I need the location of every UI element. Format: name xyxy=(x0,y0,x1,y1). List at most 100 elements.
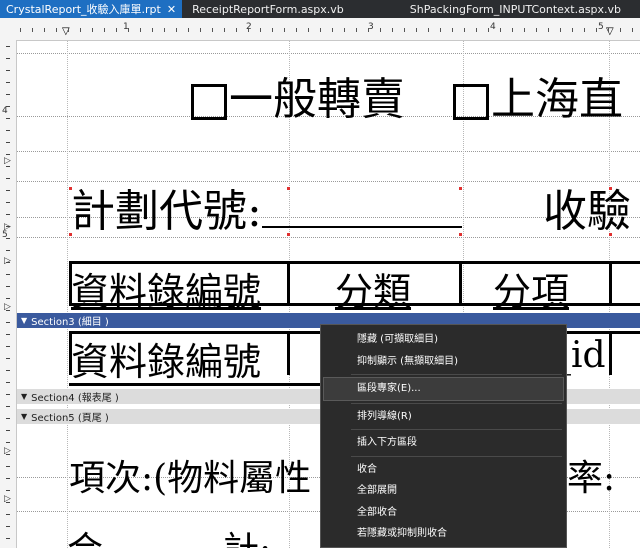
document-tab-bar: CrystalReport_收驗入庫單.rpt ✕ ReceiptReportF… xyxy=(0,0,640,18)
vruler-tick xyxy=(6,130,10,131)
ruler-tick xyxy=(608,28,609,32)
ruler-tick xyxy=(560,28,561,32)
receipt-label: 收驗 xyxy=(543,186,631,237)
ruler-tick xyxy=(584,28,585,32)
vruler-tick xyxy=(6,82,10,83)
grid-column xyxy=(67,41,68,548)
ruler-tick xyxy=(548,28,549,32)
menu-item-arrange-lines[interactable]: 排列導線(R) xyxy=(321,406,566,428)
menu-item-hide-drilldown[interactable]: 隱藏 (可擷取細目) xyxy=(321,329,566,351)
detail-bottom-border xyxy=(69,383,349,386)
vruler-tick xyxy=(6,502,10,503)
ruler-tick xyxy=(104,28,105,32)
ruler-tick xyxy=(572,28,573,32)
vruler-tick xyxy=(6,58,10,59)
vruler-tick xyxy=(6,238,10,239)
guide-marker xyxy=(459,233,462,236)
ruler-tick xyxy=(44,28,45,32)
detail-record-no[interactable]: 資料錄編號 xyxy=(71,331,261,386)
grid-line xyxy=(17,53,640,54)
ruler-tick xyxy=(92,28,93,32)
plan-code-field[interactable] xyxy=(261,198,462,228)
guide-marker xyxy=(69,233,72,236)
ruler-tick xyxy=(392,28,393,32)
menu-item-section-expert[interactable]: 區段專家(E)... xyxy=(323,377,564,401)
vruler-tick xyxy=(6,466,10,467)
vruler-tick xyxy=(6,322,10,323)
checkbox-general-resale[interactable] xyxy=(191,84,227,120)
ruler-tick xyxy=(32,28,33,32)
vruler-tick xyxy=(6,514,10,515)
vruler-tick xyxy=(6,178,10,179)
tab-crystal-report[interactable]: CrystalReport_收驗入庫單.rpt ✕ xyxy=(0,0,183,18)
tab-receipt-report-form[interactable]: ReceiptReportForm.aspx.vb xyxy=(182,0,350,18)
ruler-tick xyxy=(200,28,201,32)
col-item[interactable]: 分項 xyxy=(493,261,569,316)
vruler-tick xyxy=(6,166,10,167)
checkbox-shanghai-direct[interactable] xyxy=(453,84,489,120)
collapse-triangle-icon[interactable]: ▼ xyxy=(21,392,27,401)
guide-marker-icon[interactable]: ▷ xyxy=(4,256,11,266)
footer-item-label[interactable]: 項次:(物料屬性 xyxy=(69,449,311,501)
col-record-no[interactable]: 資料錄編號 xyxy=(71,261,261,316)
vruler-tick xyxy=(6,334,10,335)
ruler-tick xyxy=(260,28,261,32)
ruler-tick xyxy=(236,28,237,32)
guide-marker xyxy=(609,233,612,236)
tab-label: CrystalReport_收驗入庫單.rpt xyxy=(6,3,161,16)
guide-marker xyxy=(287,187,290,190)
grid-line xyxy=(17,151,640,152)
vruler-tick xyxy=(6,370,10,371)
collapse-triangle-icon[interactable]: ▼ xyxy=(21,412,27,421)
menu-item-collapse[interactable]: 收合 xyxy=(321,459,566,481)
tab-label: ShPackingForm_INPUTContext.aspx.vb xyxy=(409,2,622,16)
menu-item-insert-section-below[interactable]: 插入下方區段 xyxy=(321,432,566,454)
vruler-tick xyxy=(6,262,10,263)
menu-item-expand-all[interactable]: 全部展開 xyxy=(321,480,566,502)
tab-shpacking-form[interactable]: ShPackingForm_INPUTContext.aspx.vb xyxy=(350,0,627,18)
ruler-tick xyxy=(188,28,189,32)
menu-separator xyxy=(351,402,562,404)
detail-border xyxy=(609,331,612,375)
ruler-tick xyxy=(368,28,369,32)
vruler-tick xyxy=(6,46,10,47)
ruler-tick xyxy=(596,28,597,32)
guide-marker xyxy=(69,187,72,190)
vruler-tick xyxy=(6,382,10,383)
col-category[interactable]: 分類 xyxy=(335,261,411,316)
footer-trail-label[interactable]: 率: xyxy=(567,449,615,501)
ruler-tick xyxy=(176,28,177,32)
plan-code-label: 計劃代號: xyxy=(71,186,262,237)
vruler-tick xyxy=(6,442,10,443)
menu-separator xyxy=(351,455,562,457)
menu-item-suppress[interactable]: 抑制顯示 (無擷取細目) xyxy=(321,351,566,373)
menu-separator xyxy=(351,374,562,375)
vruler-tick xyxy=(6,202,10,203)
ruler-tick xyxy=(428,28,429,32)
plan-code-row: 計劃代號: xyxy=(71,175,462,239)
vruler-number: 4 xyxy=(2,106,8,116)
vruler-tick xyxy=(6,358,10,359)
footer-total-char2[interactable]: 計: xyxy=(223,521,271,548)
ruler-tick xyxy=(272,28,273,32)
ruler-tick xyxy=(416,28,417,32)
vruler-tick xyxy=(6,106,10,107)
ruler-tick xyxy=(524,28,525,32)
ruler-number: 5 xyxy=(598,22,604,32)
menu-item-collapse-if-hidden[interactable]: 若隱藏或抑制則收合 xyxy=(321,523,566,545)
guide-marker-icon[interactable]: ▷ xyxy=(4,222,11,232)
menu-separator xyxy=(351,429,562,430)
table-border xyxy=(459,261,462,305)
table-border xyxy=(609,261,612,305)
close-icon[interactable]: ✕ xyxy=(167,3,176,16)
vruler-tick xyxy=(6,346,10,347)
guide-marker-icon[interactable]: ▷ xyxy=(4,156,11,166)
guide-marker xyxy=(287,233,290,236)
ruler-tick xyxy=(56,28,57,32)
vruler-tick xyxy=(6,70,10,71)
ruler-tick xyxy=(164,28,165,32)
menu-item-collapse-all[interactable]: 全部收合 xyxy=(321,502,566,524)
collapse-triangle-icon[interactable]: ▼ xyxy=(21,316,27,325)
footer-total-char1[interactable]: 合 xyxy=(67,521,103,548)
ruler-tick xyxy=(536,28,537,32)
